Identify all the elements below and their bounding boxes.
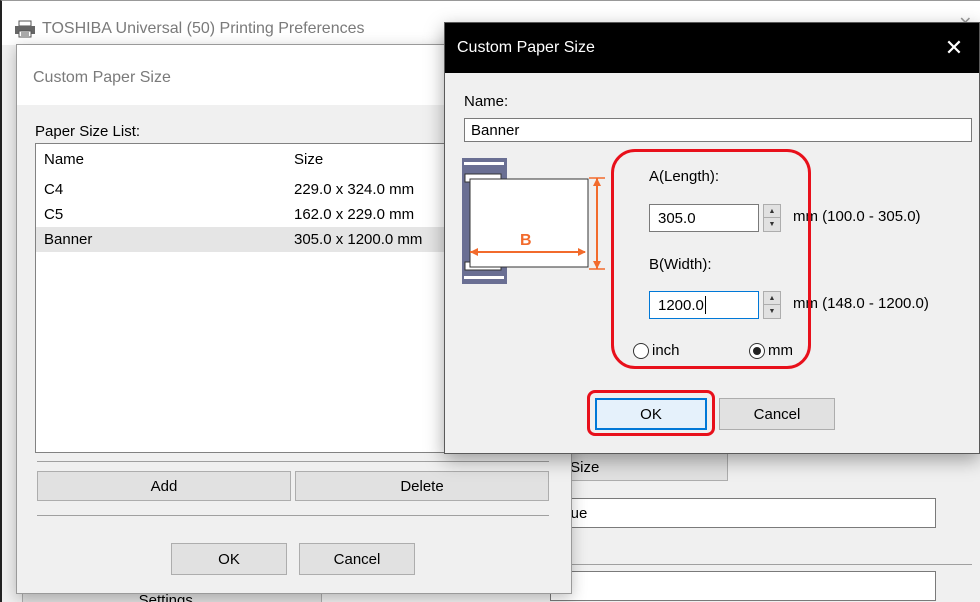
list-item-name: Banner: [44, 231, 93, 248]
list-item-size: 305.0 x 1200.0 mm: [294, 231, 423, 248]
unit-inch-radio[interactable]: [633, 343, 649, 359]
list-item-size: 162.0 x 229.0 mm: [294, 206, 415, 223]
printer-icon: [14, 20, 36, 38]
name-label: Name:: [464, 93, 509, 110]
unit-mm-radio[interactable]: [749, 343, 765, 359]
ok-button-label: OK: [218, 550, 240, 568]
name-input-value: Banner: [471, 121, 520, 139]
separator: [37, 515, 549, 516]
paper-size-button[interactable]: r Size: [550, 453, 728, 481]
a-length-label: A(Length):: [649, 168, 720, 185]
paper-diagram: B: [462, 158, 612, 288]
delete-button-label: Delete: [400, 477, 444, 495]
spin-down-icon[interactable]: ▼: [764, 305, 780, 318]
cancel-button[interactable]: Cancel: [719, 398, 835, 430]
a-length-range: mm (100.0 - 305.0): [793, 208, 921, 225]
text-caret: [704, 296, 706, 314]
ok-button[interactable]: OK: [595, 398, 707, 430]
column-header-name[interactable]: Name: [44, 151, 84, 168]
cancel-button[interactable]: Cancel: [299, 543, 415, 575]
b-width-range: mm (148.0 - 1200.0): [793, 295, 929, 312]
b-width-input[interactable]: 1200.0: [649, 291, 759, 319]
list-item-name: C4: [44, 181, 64, 198]
delete-button[interactable]: Delete: [295, 471, 549, 501]
spin-up-icon[interactable]: ▲: [764, 292, 780, 305]
dialog-title: Custom Paper Size: [33, 69, 171, 86]
unit-inch-label: inch: [652, 342, 680, 359]
spin-up-icon[interactable]: ▲: [764, 205, 780, 218]
preference-field-2[interactable]: [550, 571, 936, 601]
a-length-input[interactable]: 305.0: [649, 204, 759, 232]
a-length-spinner[interactable]: ▲ ▼: [763, 204, 781, 232]
cancel-button-label: Cancel: [333, 550, 381, 568]
list-item-size: 229.0 x 324.0 mm: [294, 181, 415, 198]
add-button[interactable]: Add: [37, 471, 291, 501]
ok-button-label: OK: [640, 405, 662, 423]
paper-size-list-label: Paper Size List:: [35, 123, 141, 140]
b-width-value: 1200.0: [658, 296, 704, 314]
preference-field[interactable]: Que: [550, 498, 936, 528]
window-title: TOSHIBA Universal (50) Printing Preferen…: [42, 20, 365, 37]
divider: [572, 564, 972, 565]
dialog-title-bar: Custom Paper Size ✕: [445, 23, 979, 73]
unit-mm-label: mm: [768, 342, 793, 359]
name-input[interactable]: Banner: [464, 118, 972, 142]
list-item-name: C5: [44, 206, 64, 223]
b-width-label: B(Width):: [649, 256, 712, 273]
cancel-button-label: Cancel: [753, 405, 801, 423]
spin-down-icon[interactable]: ▼: [764, 218, 780, 231]
window-title-bar: TOSHIBA Universal (50) Printing Preferen…: [14, 15, 365, 43]
diagram-b-label: B: [520, 232, 532, 249]
column-header-size[interactable]: Size: [294, 151, 323, 168]
close-icon[interactable]: ✕: [937, 31, 971, 65]
add-button-label: Add: [150, 477, 178, 495]
separator: [37, 461, 549, 462]
custom-paper-size-edit-dialog: Custom Paper Size ✕ Name: Banner B A(Len…: [444, 22, 980, 454]
dialog-title: Custom Paper Size: [457, 39, 595, 56]
a-length-value: 305.0: [658, 209, 696, 227]
b-width-spinner[interactable]: ▲ ▼: [763, 291, 781, 319]
paper-sheet-graphic: [469, 178, 589, 268]
ok-button[interactable]: OK: [171, 543, 287, 575]
